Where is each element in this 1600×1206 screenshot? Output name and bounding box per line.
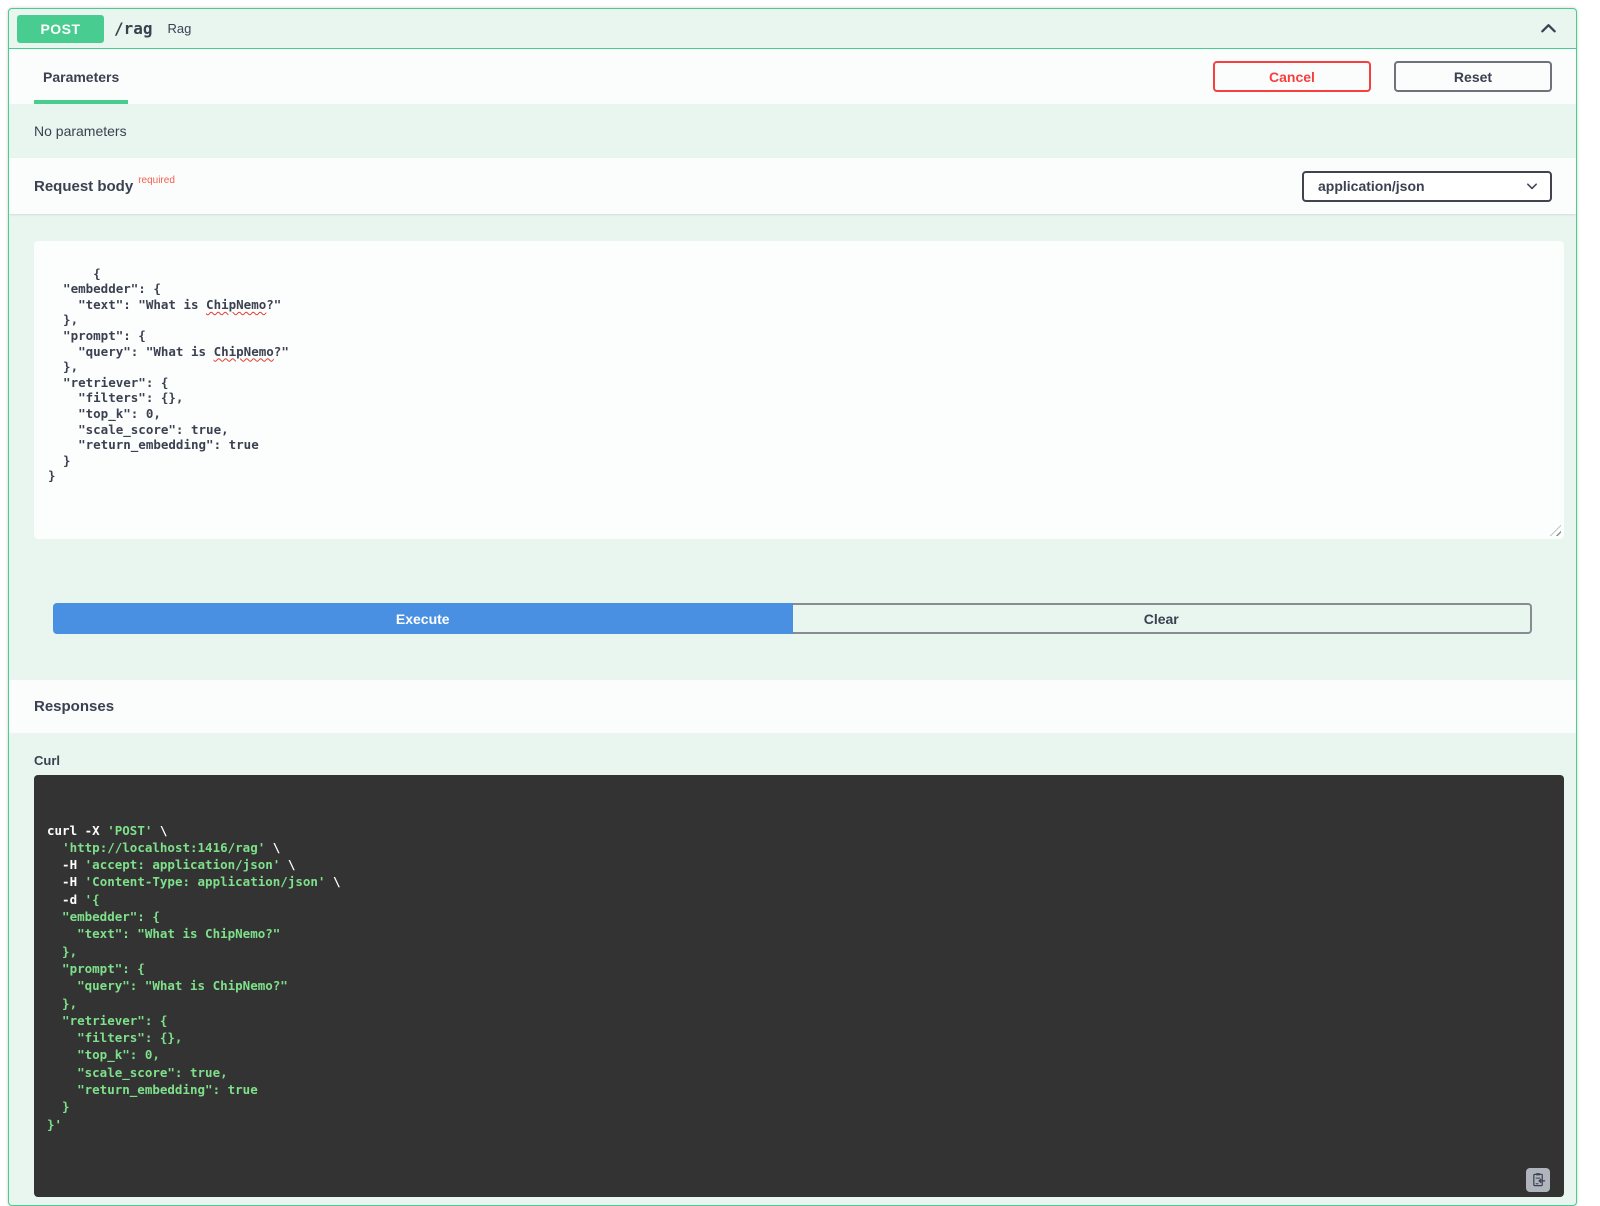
tab-parameters[interactable]: Parameters (34, 49, 128, 104)
request-body-editor[interactable]: { "embedder": { "text": "What is ChipNem… (34, 241, 1564, 539)
content-type-select[interactable]: application/json (1302, 171, 1552, 202)
toolbar-buttons: Cancel Reset (1213, 61, 1552, 92)
request-body-section: { "embedder": { "text": "What is ChipNem… (9, 214, 1576, 679)
textarea-resize-handle[interactable] (1550, 525, 1561, 536)
cancel-button[interactable]: Cancel (1213, 61, 1371, 92)
reset-button[interactable]: Reset (1394, 61, 1552, 92)
clipboard-icon (1531, 1172, 1546, 1187)
execute-row: Execute Clear (53, 603, 1532, 634)
request-body-label: Request body (34, 178, 133, 195)
execute-button[interactable]: Execute (53, 603, 793, 634)
responses-body: Curl curl -X 'POST' \ 'http://localhost:… (9, 734, 1576, 1205)
content-type-value: application/json (1318, 178, 1425, 194)
chevron-down-icon (1525, 179, 1539, 193)
responses-title: Responses (34, 698, 114, 715)
method-badge: POST (17, 15, 104, 43)
curl-command-text: curl -X 'POST' \ 'http://localhost:1416/… (47, 822, 1552, 1133)
endpoint-path: /rag (114, 19, 153, 38)
copy-to-clipboard-button[interactable] (1526, 1168, 1550, 1192)
no-parameters-message: No parameters (34, 123, 127, 139)
request-body-header: Request body required application/json (9, 158, 1576, 214)
collapse-chevron-up-icon[interactable] (1539, 19, 1558, 38)
clear-button[interactable]: Clear (793, 603, 1533, 634)
curl-command-block[interactable]: curl -X 'POST' \ 'http://localhost:1416/… (34, 775, 1564, 1197)
endpoint-description: Rag (168, 21, 192, 36)
parameters-empty-row: No parameters (9, 104, 1576, 158)
endpoint-header[interactable]: POST /rag Rag (9, 9, 1576, 49)
tab-parameters-label: Parameters (43, 69, 119, 85)
opblock-post-rag: POST /rag Rag Parameters Cancel Reset No… (8, 8, 1577, 1206)
responses-header: Responses (9, 679, 1576, 734)
curl-label: Curl (34, 753, 1532, 768)
parameters-toolbar: Parameters Cancel Reset (9, 49, 1576, 104)
required-label: required (138, 175, 175, 186)
